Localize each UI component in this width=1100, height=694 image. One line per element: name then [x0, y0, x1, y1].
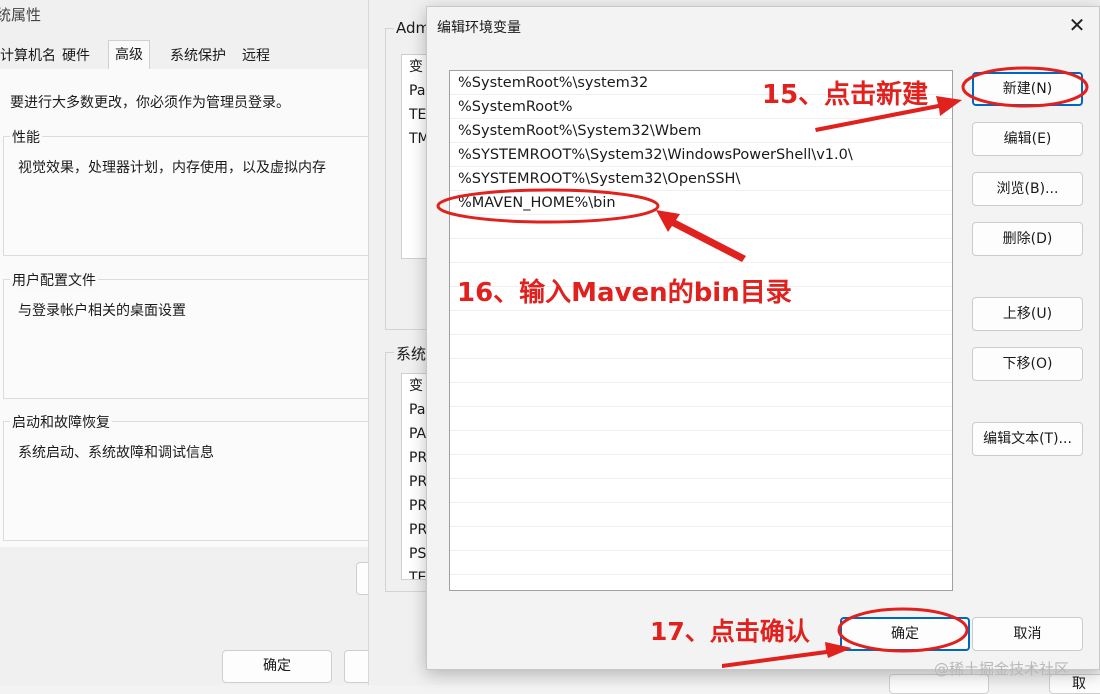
- path-row[interactable]: %SYSTEMROOT%\System32\OpenSSH\: [450, 167, 952, 191]
- browse-button[interactable]: 浏览(B)...: [972, 172, 1083, 206]
- edit-text-button[interactable]: 编辑文本(T)...: [972, 422, 1083, 456]
- startup-recovery-desc: 系统启动、系统故障和调试信息: [18, 445, 214, 461]
- dialog-title: 编辑环境变量: [437, 20, 521, 36]
- ok-button[interactable]: 确定: [840, 617, 970, 651]
- admin-note: 要进行大多数更改，你必须作为管理员登录。: [10, 95, 290, 111]
- empty-row: [450, 455, 952, 479]
- tab-advanced[interactable]: 高级: [108, 40, 150, 71]
- new-button[interactable]: 新建(N): [972, 72, 1083, 106]
- path-row[interactable]: %SYSTEMROOT%\System32\WindowsPowerShell\…: [450, 143, 952, 167]
- empty-row: [450, 527, 952, 551]
- performance-group: [3, 136, 369, 256]
- empty-row: [450, 551, 952, 575]
- system-variables-label: 系统: [394, 343, 429, 364]
- path-row[interactable]: %SystemRoot%\System32\Wbem: [450, 119, 952, 143]
- user-profile-desc: 与登录帐户相关的桌面设置: [18, 303, 186, 319]
- empty-row: [450, 431, 952, 455]
- delete-button[interactable]: 删除(D): [972, 222, 1083, 256]
- system-properties-window: 统属性 计算机名 硬件 高级 系统保护 远程 要进行大多数更改，你必须作为管理员…: [0, 0, 376, 685]
- path-row-maven[interactable]: %MAVEN_HOME%\bin: [450, 191, 952, 215]
- tab-computer-name[interactable]: 计算机名: [0, 44, 62, 70]
- move-up-button[interactable]: 上移(U): [972, 297, 1083, 331]
- empty-row: [450, 311, 952, 335]
- startup-recovery-label: 启动和故障恢复: [10, 412, 112, 432]
- path-list[interactable]: %SystemRoot%\system32 %SystemRoot% %Syst…: [449, 70, 953, 591]
- empty-row: [450, 335, 952, 359]
- empty-row: [450, 215, 952, 239]
- step15-note: 15、点击新建: [762, 80, 929, 110]
- tab-system-protection[interactable]: 系统保护: [164, 44, 232, 70]
- step16-note: 16、输入Maven的bin目录: [457, 278, 792, 308]
- empty-row: [450, 479, 952, 503]
- step17-note: 17、点击确认: [650, 617, 810, 646]
- close-icon[interactable]: ✕: [1065, 13, 1089, 37]
- move-down-button[interactable]: 下移(O): [972, 347, 1083, 381]
- performance-label: 性能: [10, 127, 42, 147]
- edit-button[interactable]: 编辑(E): [972, 122, 1083, 156]
- empty-row: [450, 359, 952, 383]
- empty-row: [450, 239, 952, 263]
- performance-desc: 视觉效果，处理器计划，内存使用，以及虚拟内存: [18, 160, 326, 176]
- sysprops-ok-button[interactable]: 确定: [222, 650, 332, 683]
- tab-remote[interactable]: 远程: [236, 44, 276, 70]
- tab-hardware[interactable]: 硬件: [56, 44, 96, 70]
- startup-recovery-group: [3, 421, 369, 541]
- watermark: @稀土掘金技术社区: [934, 660, 1070, 678]
- cancel-button[interactable]: 取消: [972, 617, 1083, 651]
- empty-row: [450, 503, 952, 527]
- empty-row: [450, 383, 952, 407]
- user-profile-label: 用户配置文件: [10, 270, 98, 290]
- user-profile-group: [3, 279, 369, 399]
- tab-bar: 计算机名 硬件 高级 系统保护 远程: [0, 40, 370, 71]
- empty-row: [450, 407, 952, 431]
- window-title: 统属性: [0, 6, 42, 24]
